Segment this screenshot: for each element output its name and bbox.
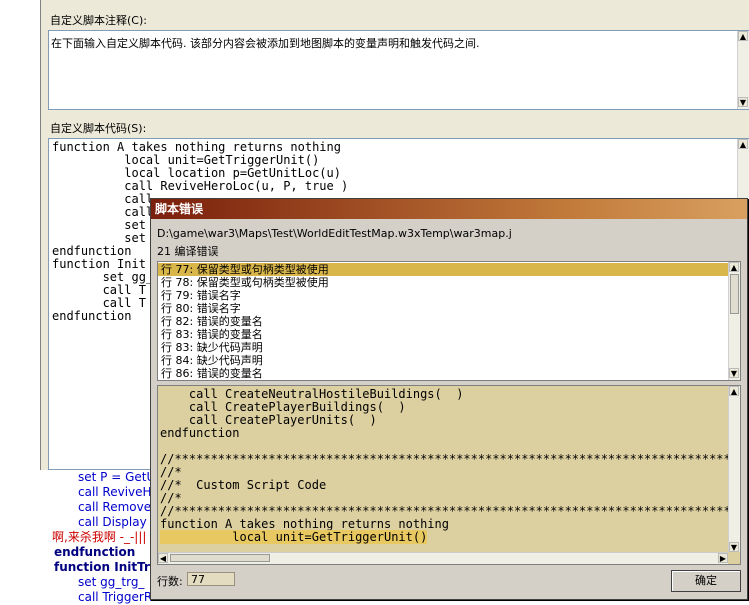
- trigger-editor-line[interactable]: call Display: [0, 515, 160, 530]
- error-item[interactable]: 行 83: 错误的变量名: [158, 328, 728, 341]
- line-number-field[interactable]: 77: [187, 572, 235, 586]
- scroll-up-arrow-icon[interactable]: ▲: [729, 386, 739, 396]
- code-preview-line: endfunction: [160, 426, 240, 440]
- hscroll-thumb[interactable]: [170, 554, 270, 562]
- scroll-left-arrow-icon[interactable]: ◀: [158, 553, 168, 563]
- comment-label: 自定义脚本注释(C):: [50, 14, 147, 27]
- file-path: D:\game\war3\Maps\Test\WorldEditTestMap.…: [157, 227, 512, 240]
- error-item[interactable]: 行 79: 错误名字: [158, 289, 728, 302]
- error-item[interactable]: 行 78: 保留类型或句柄类型被使用: [158, 276, 728, 289]
- trigger-editor-line[interactable]: 啊,来杀我啊 -_-|||: [0, 530, 160, 545]
- error-item[interactable]: 行 84: 缺少代码声明: [158, 354, 728, 367]
- code-preview-line: local unit=GetTriggerUnit(): [160, 530, 740, 544]
- error-item[interactable]: 行 83: 缺少代码声明: [158, 341, 728, 354]
- code-preview-vscroll[interactable]: ▲ ▼: [728, 386, 740, 552]
- scroll-up-arrow-icon[interactable]: ▲: [729, 262, 739, 272]
- error-list[interactable]: 行 77: 保留类型或句柄类型被使用行 78: 保留类型或句柄类型被使用行 79…: [157, 261, 741, 381]
- trigger-editor-line[interactable]: call TriggerR: [0, 590, 160, 605]
- scroll-up-arrow-icon[interactable]: ▲: [738, 139, 748, 149]
- scroll-down-arrow-icon[interactable]: ▼: [729, 542, 739, 552]
- code-label: 自定义脚本代码(S):: [50, 122, 147, 135]
- code-preview-text: call CreateNeutralHostileBuildings( ) ca…: [160, 388, 741, 544]
- scroll-up-arrow-icon[interactable]: ▲: [738, 31, 748, 41]
- trigger-editor-line[interactable]: set gg_trg_: [0, 575, 160, 590]
- error-list-scrollbar[interactable]: ▲ ▼: [728, 262, 740, 380]
- error-count: 21 编译错误: [157, 245, 219, 258]
- error-code-preview[interactable]: call CreateNeutralHostileBuildings( ) ca…: [157, 385, 741, 565]
- error-item[interactable]: 行 82: 错误的变量名: [158, 315, 728, 328]
- trigger-editor-line[interactable]: set P = GetU: [0, 470, 160, 485]
- scroll-right-arrow-icon[interactable]: ▶: [718, 553, 728, 563]
- dialog-title: 脚本错误: [151, 199, 747, 219]
- ok-button[interactable]: 确定: [671, 570, 741, 592]
- trigger-editor-line[interactable]: endfunction: [0, 545, 160, 560]
- code-preview-line: //**************************************…: [160, 452, 741, 466]
- trigger-editor-line[interactable]: call ReviveH: [0, 485, 160, 500]
- error-items: 行 77: 保留类型或句柄类型被使用行 78: 保留类型或句柄类型被使用行 79…: [158, 263, 728, 380]
- comment-textbox[interactable]: 在下面输入自定义脚本代码. 该部分内容会被添加到地图脚本的变量声明和触发代码之间…: [48, 30, 749, 110]
- comment-text: 在下面输入自定义脚本代码. 该部分内容会被添加到地图脚本的变量声明和触发代码之间…: [51, 37, 480, 50]
- trigger-editor-line[interactable]: function InitTri: [0, 560, 160, 575]
- scroll-down-arrow-icon[interactable]: ▼: [738, 97, 748, 107]
- trigger-editor-lines: set P = GetU call ReviveH call Remove call …: [0, 470, 160, 605]
- line-number-label: 行数:: [157, 575, 183, 588]
- code-preview-line: call CreatePlayerUnits( ): [160, 413, 377, 427]
- error-item[interactable]: 行 77: 保留类型或句柄类型被使用: [158, 263, 728, 276]
- highlighted-error-line: local unit=GetTriggerUnit(): [160, 530, 428, 544]
- error-item[interactable]: 行 86: 错误的变量名: [158, 367, 728, 380]
- comment-scrollbar[interactable]: ▲ ▼: [737, 31, 749, 109]
- scroll-thumb[interactable]: [730, 274, 739, 314]
- trigger-editor-panel: set P = GetU call ReviveH call Remove call …: [0, 470, 161, 604]
- script-error-dialog: 脚本错误 D:\game\war3\Maps\Test\WorldEditTes…: [150, 198, 748, 600]
- scroll-down-arrow-icon[interactable]: ▼: [729, 368, 739, 378]
- code-preview-line: //* Custom Script Code: [160, 478, 327, 492]
- trigger-editor-line[interactable]: call Remove: [0, 500, 160, 515]
- code-preview-hscroll[interactable]: ◀ ▶: [158, 552, 728, 564]
- error-item[interactable]: 行 80: 错误名字: [158, 302, 728, 315]
